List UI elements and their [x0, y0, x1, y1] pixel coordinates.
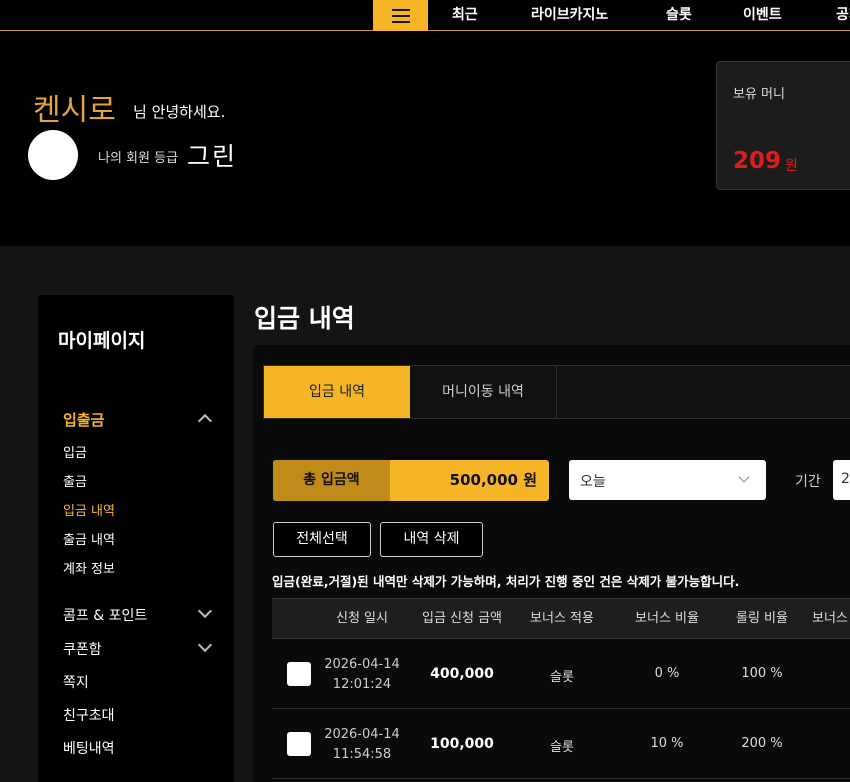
menu-icon — [391, 8, 410, 23]
member-grade: 그린 — [187, 142, 238, 171]
row-datetime: 2026-04-14 11:54:58 — [312, 725, 412, 765]
row-time: 12:01:24 — [332, 677, 392, 692]
mypage-sidebar: 마이페이지 입출금 입금 출금 입금 내역 출금 내역 계좌 정보 콤프 & 포… — [38, 295, 234, 782]
row-rolling-rate: 200 % — [741, 736, 783, 751]
row-checkbox[interactable] — [287, 662, 311, 686]
table-row: 2026-04-14 12:01:24 400,000 슬롯 0 % 100 % — [272, 639, 850, 709]
row-date: 2026-04-14 — [324, 727, 400, 742]
chevron-down-icon — [738, 471, 750, 483]
sidebar-item-withdraw[interactable]: 출금 — [63, 471, 87, 490]
greeting-text: 님 안녕하세요. — [133, 103, 226, 121]
sidebar-item-withdraw-history[interactable]: 출금 내역 — [63, 529, 115, 548]
tab-money-transfer-history[interactable]: 머니이동 내역 — [410, 366, 557, 418]
sidebar-item-deposit[interactable]: 입금 — [63, 442, 87, 461]
delete-history-button[interactable]: 내역 삭제 — [380, 522, 483, 557]
row-time: 11:54:58 — [332, 747, 392, 762]
tab-deposit-history[interactable]: 입금 내역 — [264, 366, 410, 418]
row-amount: 400,000 — [430, 666, 494, 682]
period-selected-value: 오늘 — [580, 474, 606, 490]
top-nav: 최근 라이브카지노 슬롯 이벤트 공지 — [0, 0, 850, 31]
period-select[interactable]: 오늘 — [569, 460, 766, 500]
chevron-up-icon[interactable] — [197, 413, 213, 429]
sidebar-item-deposit-history[interactable]: 입금 내역 — [63, 500, 115, 519]
username: 켄시로 — [33, 93, 116, 128]
col-bonus-rate: 보너스 비율 — [635, 611, 699, 626]
row-amount: 100,000 — [430, 736, 494, 752]
total-deposit-value: 500,000 원 — [449, 471, 537, 489]
delete-notice: 입금(완료,거절)된 내역만 삭제가 가능하며, 처리가 진행 중인 건은 삭제… — [272, 574, 740, 589]
grade-label: 나의 회원 등급 — [98, 151, 179, 166]
row-datetime: 2026-04-14 12:01:24 — [312, 655, 412, 695]
history-tabs: 입금 내역 머니이동 내역 — [263, 365, 850, 419]
money-label: 보유 머니 — [733, 87, 785, 102]
money-card: 보유 머니 209 원 — [716, 61, 850, 190]
row-bonus-rate: 10 % — [650, 736, 684, 751]
date-start-value: 2 — [841, 471, 850, 487]
table-header: 신청 일시 입금 신청 금액 보너스 적용 보너스 비율 롤링 비율 보너스 — [272, 598, 850, 639]
nav-item-notice[interactable]: 공지 — [836, 0, 850, 31]
col-bonus-apply: 보너스 적용 — [530, 611, 594, 626]
chevron-down-icon[interactable] — [197, 637, 213, 653]
chevron-down-icon[interactable] — [197, 603, 213, 619]
row-bonus-type: 슬롯 — [550, 740, 574, 755]
period-label: 기간 — [795, 474, 821, 490]
money-unit: 원 — [785, 158, 798, 174]
date-start-input[interactable]: 2 — [833, 460, 850, 500]
nav-item-event[interactable]: 이벤트 — [743, 0, 782, 31]
row-rolling-rate: 100 % — [741, 666, 783, 681]
hamburger-menu-button[interactable] — [373, 0, 428, 31]
nav-item-recent[interactable]: 최근 — [452, 0, 478, 31]
user-header: 켄시로 님 안녕하세요. 나의 회원 등급 그린 보유 머니 209 원 — [0, 31, 850, 246]
col-request-time: 신청 일시 — [336, 611, 388, 626]
sidebar-section-invite[interactable]: 친구초대 — [63, 705, 115, 725]
row-bonus-rate: 0 % — [654, 666, 680, 681]
money-value: 209 — [733, 148, 782, 174]
page-title: 입금 내역 — [254, 304, 355, 333]
sidebar-section-bet-history[interactable]: 베팅내역 — [63, 738, 115, 758]
row-bonus-extra: 1 — [844, 736, 850, 751]
row-bonus-type: 슬롯 — [550, 670, 574, 685]
sidebar-section-message[interactable]: 쪽지 — [63, 672, 89, 692]
sidebar-title: 마이페이지 — [58, 330, 146, 352]
col-request-amount: 입금 신청 금액 — [421, 611, 503, 626]
select-all-button[interactable]: 전체선택 — [273, 522, 371, 557]
avatar — [28, 130, 78, 180]
row-date: 2026-04-14 — [324, 657, 400, 672]
col-bonus: 보너스 — [812, 611, 848, 626]
col-rolling-rate: 롤링 비율 — [736, 611, 788, 626]
total-deposit-label: 총 입금액 — [273, 460, 390, 501]
sidebar-section-comp-point[interactable]: 콤프 & 포인트 — [63, 605, 147, 625]
total-deposit-box: 총 입금액 500,000 원 — [273, 460, 549, 501]
sidebar-item-account-info[interactable]: 계좌 정보 — [63, 558, 115, 577]
row-checkbox[interactable] — [287, 732, 311, 756]
nav-item-slot[interactable]: 슬롯 — [666, 0, 692, 31]
nav-item-live-casino[interactable]: 라이브카지노 — [531, 0, 608, 31]
sidebar-section-coupon[interactable]: 쿠폰함 — [63, 639, 102, 659]
sidebar-section-deposit-withdraw[interactable]: 입출금 — [63, 409, 104, 430]
table-row: 2026-04-14 11:54:58 100,000 슬롯 10 % 200 … — [272, 709, 850, 779]
